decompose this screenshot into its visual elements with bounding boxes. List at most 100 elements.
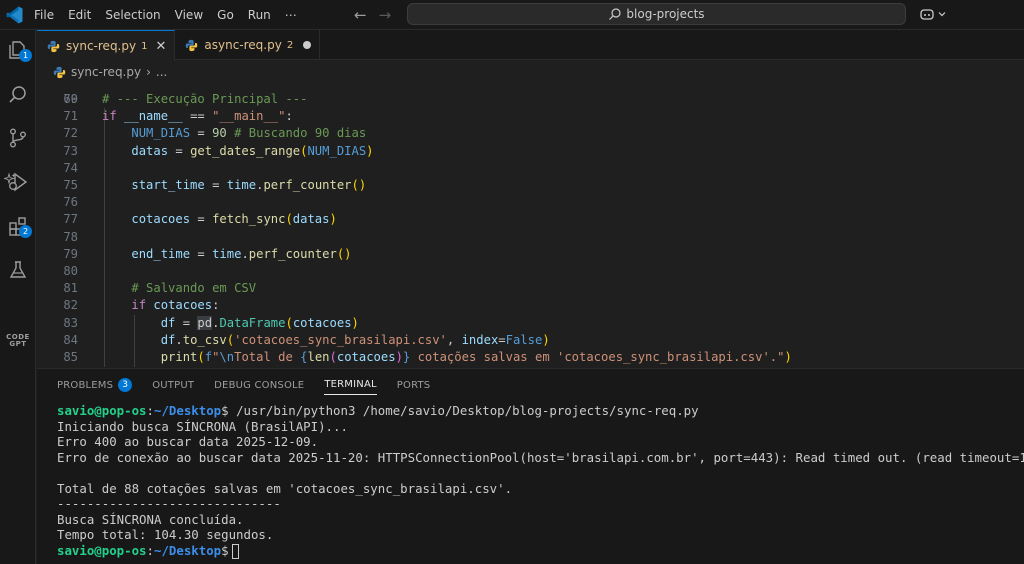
explorer-icon[interactable]: 1	[4, 36, 32, 64]
code-token: # Buscando 90 dias	[234, 126, 367, 141]
codegpt-icon[interactable]: CODE GPT	[5, 334, 31, 348]
menu-view[interactable]: View	[175, 8, 203, 22]
code-token: =	[204, 178, 227, 192]
code-line: 74	[37, 160, 1024, 177]
sparkle-icon[interactable]	[4, 173, 16, 185]
code-line: 79 end_time = time.perf_counter()	[37, 246, 1024, 263]
code-text: start_time = time.perf_counter()	[102, 177, 366, 194]
code-token: (	[329, 350, 337, 364]
copilot-menu[interactable]	[919, 6, 947, 22]
code-token: Total de	[234, 350, 301, 364]
code-token: DataFrame	[219, 315, 286, 330]
line-number: 83	[63, 315, 78, 330]
tab-debug-console[interactable]: DEBUG CONSOLE	[214, 369, 304, 401]
breadcrumb-file[interactable]: sync-req.py	[71, 65, 141, 79]
code-token: # --- Execução Principal ---	[102, 92, 308, 106]
prompt-user: savio@pop-os	[57, 542, 147, 558]
panel-tab-label: PROBLEMS	[57, 379, 114, 391]
search-view-icon[interactable]	[4, 81, 32, 109]
code-text: print(f"\nTotal de {len(cotacoes)} cotaç…	[102, 349, 792, 366]
terminal-cursor	[231, 543, 239, 559]
line-number: 78	[63, 229, 78, 244]
extensions-icon[interactable]: 2	[4, 212, 32, 240]
code-token: 'cotacoes_sync_brasilapi.csv'	[234, 332, 447, 347]
vscode-logo-icon	[6, 6, 23, 24]
panel-tab-label: TERMINAL	[324, 379, 377, 390]
tab-ports[interactable]: PORTS	[397, 369, 431, 401]
terminal-output-line: Erro de conexão ao buscar data 2025-11-2…	[57, 449, 1024, 465]
tab-problem-count: 1	[141, 40, 148, 52]
terminal-prompt-line: savio@pop-os:~/Desktop$	[57, 543, 239, 559]
code-token: NUM_DIAS	[307, 143, 367, 158]
line-number: 80	[63, 264, 78, 278]
menu-go[interactable]: Go	[217, 8, 234, 22]
code-text: datas = get_dates_range(NUM_DIAS)	[102, 143, 373, 160]
unsaved-dot-icon[interactable]	[303, 41, 312, 49]
code-line: 76	[37, 194, 1024, 211]
command-center-search[interactable]: blog-projects	[407, 3, 906, 25]
menu-edit[interactable]: Edit	[68, 8, 91, 22]
code-token: NUM_DIAS	[131, 126, 191, 141]
code-token: .	[175, 332, 183, 347]
code-line: 77 cotacoes = fetch_sync(datas)	[37, 211, 1024, 228]
tab-async-req[interactable]: async-req.py 2	[175, 30, 321, 60]
python-file-icon	[53, 66, 66, 78]
code-text: NUM_DIAS = 90 # Buscando 90 dias	[102, 125, 366, 142]
code-token: \n	[219, 350, 235, 364]
code-text: end_time = time.perf_counter()	[102, 246, 352, 263]
code-token: )	[395, 350, 403, 364]
code-token: False	[505, 332, 543, 347]
tab-terminal[interactable]: TERMINAL	[324, 375, 377, 395]
code-token: index	[461, 332, 499, 347]
line-number: 82	[63, 298, 78, 313]
breadcrumb-more[interactable]: ...	[156, 65, 167, 79]
terminal-output-line: Tempo total: 104.30 segundos.	[57, 527, 274, 542]
forward-arrow-icon[interactable]: →	[379, 6, 392, 24]
line-number: 72	[63, 126, 78, 141]
testing-flask-icon[interactable]	[4, 256, 32, 284]
tab-problems[interactable]: PROBLEMS 3	[57, 369, 133, 401]
chevron-down-icon	[938, 12, 946, 17]
code-token: )	[329, 212, 337, 227]
close-icon[interactable]: ✕	[155, 39, 166, 54]
menu-selection[interactable]: Selection	[105, 8, 160, 22]
menu-file[interactable]: File	[34, 8, 54, 22]
search-icon	[609, 8, 622, 20]
code-line: 80	[37, 263, 1024, 280]
code-token: {	[300, 350, 308, 364]
code-line: 82 if cotacoes:	[37, 297, 1024, 314]
code-token: to_csv	[182, 332, 227, 347]
bottom-panel: PROBLEMS 3 OUTPUT DEBUG CONSOLE TERMINAL PORT…	[37, 368, 1024, 564]
source-control-icon[interactable]	[4, 124, 32, 152]
code-token: (	[285, 212, 293, 227]
terminal[interactable]: savio@pop-os:~/Desktop$ /usr/bin/python3…	[37, 403, 1024, 564]
line-number: 75	[63, 178, 78, 192]
panel-tab-label: PORTS	[396, 379, 431, 391]
tab-sync-req[interactable]: sync-req.py 1 ✕	[37, 30, 176, 61]
prompt-path: ~/Desktop	[154, 542, 222, 558]
code-token: if	[131, 298, 147, 313]
code-token: ,	[446, 332, 462, 347]
code-token: cotacoes	[292, 315, 352, 330]
back-arrow-icon[interactable]: ←	[354, 6, 367, 24]
code-token: if	[102, 109, 117, 124]
code-token: cotacoes	[131, 212, 191, 227]
code-token: ()	[336, 246, 352, 261]
code-editor[interactable]: 69 70 # --- Execução Principal --- 71 if __…	[37, 83, 1024, 367]
tab-problem-count: 2	[286, 39, 294, 51]
tab-output[interactable]: OUTPUT	[152, 369, 194, 401]
breadcrumb: sync-req.py › ...	[37, 61, 167, 83]
menu-run[interactable]: Run	[248, 8, 271, 22]
code-token: perf_counter	[248, 246, 337, 261]
menu-more[interactable]: ⋯	[285, 8, 297, 22]
line-number: 74	[63, 160, 78, 175]
code-line: 75 start_time = time.perf_counter()	[37, 177, 1024, 194]
code-token: end_time	[131, 246, 191, 261]
panel-tab-label: DEBUG CONSOLE	[214, 379, 305, 391]
menu-bar: File Edit Selection View Go Run ⋯	[34, 0, 311, 30]
code-line: 85 print(f"\nTotal de {len(cotacoes)} co…	[37, 349, 1024, 366]
code-token: (	[197, 350, 205, 364]
